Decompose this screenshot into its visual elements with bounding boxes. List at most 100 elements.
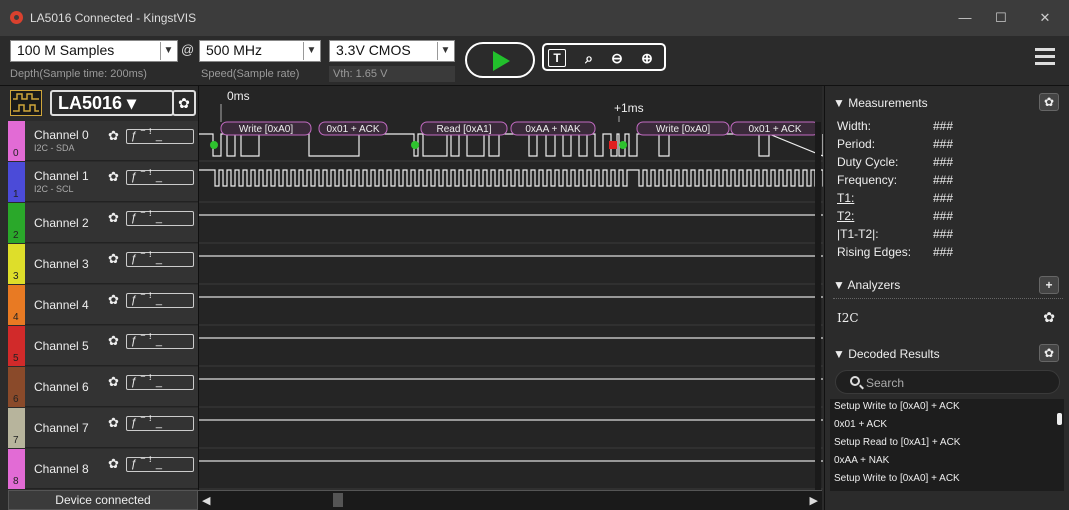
decoded-result-item[interactable]: Setup Read to [0xA1] + ACK <box>834 437 960 448</box>
channel-color-swatch: 4 <box>8 285 25 325</box>
measurements-gear-icon[interactable]: ✿ <box>1039 93 1059 111</box>
channel-name: Channel 8 <box>34 462 89 476</box>
channel-row[interactable]: 7 Channel 7 ✿ ƒ‾ꜝ_ <box>8 408 198 448</box>
close-button[interactable]: ✕ <box>1030 8 1060 28</box>
app-window: LA5016 Connected - KingstVIS — ☐ ✕ 100 M… <box>0 0 1069 510</box>
start-marker <box>411 141 419 149</box>
channel-row[interactable]: 3 Channel 3 ✿ ƒ‾ꜝ_ <box>8 244 198 284</box>
results-scroll-thumb[interactable] <box>1057 413 1062 425</box>
text-tool-icon[interactable]: T <box>548 49 566 67</box>
measurement-value: ### <box>933 173 954 187</box>
horizontal-scrollbar[interactable]: ◀ ▶ <box>198 490 822 510</box>
device-selector: LA5016 ▾ ✿ <box>10 88 196 120</box>
depth-label: Depth(Sample time: 200ms) <box>10 68 147 80</box>
scl-waveform <box>199 169 863 187</box>
search-input[interactable]: Search <box>835 370 1060 394</box>
channel-row[interactable]: 4 Channel 4 ✿ ƒ‾ꜝ_ <box>8 285 198 325</box>
channel-gear-icon[interactable]: ✿ <box>108 293 122 307</box>
analyzer-item-i2c[interactable]: I2C <box>837 311 859 325</box>
scroll-thumb[interactable] <box>333 493 343 507</box>
decoded-results-list[interactable]: Setup Write to [0xA0] + ACK 0x01 + ACK Set… <box>830 399 1064 491</box>
zoom-fit-icon[interactable]: ⌕ <box>578 48 600 68</box>
channel-gear-icon[interactable]: ✿ <box>108 252 122 266</box>
channel-gear-icon[interactable]: ✿ <box>108 129 122 143</box>
rate-select[interactable]: 500 MHz ▼ <box>199 40 321 62</box>
measurement-label: Width: <box>837 119 872 133</box>
channel-gear-icon[interactable]: ✿ <box>108 334 122 348</box>
speed-label: Speed(Sample rate) <box>201 68 300 80</box>
decode-label: 0x01 + ACK <box>326 124 379 135</box>
trigger-options-icon[interactable]: ƒ‾ꜝ_ <box>126 252 194 267</box>
channel-gear-icon[interactable]: ✿ <box>108 416 122 430</box>
channel-number: 3 <box>13 271 19 282</box>
decoded-result-item[interactable]: 0x01 + ACK <box>834 419 887 430</box>
hamburger-menu-icon[interactable] <box>1035 48 1055 66</box>
decoded-result-item[interactable]: 0xAA + NAK <box>834 455 889 466</box>
channel-color-swatch: 1 <box>8 162 25 202</box>
trigger-options-icon[interactable]: ƒ‾ꜝ_ <box>126 293 194 308</box>
trigger-options-icon[interactable]: ƒ‾ꜝ_ <box>126 457 194 472</box>
title-bar: LA5016 Connected - KingstVIS — ☐ ✕ <box>0 0 1069 36</box>
gear-icon[interactable]: ✿ <box>172 90 196 116</box>
measurement-value: ### <box>933 227 954 241</box>
samples-select[interactable]: 100 M Samples ▼ <box>10 40 178 62</box>
maximize-button[interactable]: ☐ <box>986 8 1016 28</box>
zoom-out-icon[interactable]: ⊖ <box>606 48 628 68</box>
minimize-button[interactable]: — <box>950 8 980 28</box>
stop-marker <box>609 141 617 149</box>
trigger-options-icon[interactable]: ƒ‾ꜝ_ <box>126 334 194 349</box>
waveform-area[interactable]: 0ms +1ms Write [0xA0] 0x01 + ACK Read [0xA1]… <box>198 86 863 492</box>
measurement-label[interactable]: T2: <box>837 209 854 223</box>
channel-row[interactable]: 0 Channel 0 I2C - SDA ✿ ƒ‾ꜝ_ <box>8 121 198 161</box>
measurement-label[interactable]: T1: <box>837 191 854 205</box>
start-marker <box>210 141 218 149</box>
scroll-left-icon[interactable]: ◀ <box>202 494 210 507</box>
trigger-options-icon[interactable]: ƒ‾ꜝ_ <box>126 211 194 226</box>
start-button[interactable] <box>465 42 535 78</box>
sda-waveform <box>199 133 824 157</box>
channel-row[interactable]: 2 Channel 2 ✿ ƒ‾ꜝ_ <box>8 203 198 243</box>
decoded-results-header[interactable]: ▼ Decoded Results <box>833 347 940 361</box>
channel-name: Channel 7 <box>34 421 89 435</box>
start-marker <box>619 141 627 149</box>
analyzers-header[interactable]: ▼ Analyzers <box>833 278 900 292</box>
trigger-options-icon[interactable]: ƒ‾ꜝ_ <box>126 375 194 390</box>
voltage-value: 3.3V CMOS <box>336 42 411 58</box>
channel-row[interactable]: 1 Channel 1 I2C - SCL ✿ ƒ‾ꜝ_ <box>8 162 198 202</box>
measurements-header[interactable]: ▼ Measurements <box>833 96 928 110</box>
trigger-options-icon[interactable]: ƒ‾ꜝ_ <box>126 129 194 144</box>
channel-tools: ✿ ƒ‾ꜝ_ <box>108 334 196 352</box>
device-icon[interactable] <box>10 90 42 116</box>
trigger-options-icon[interactable]: ƒ‾ꜝ_ <box>126 170 194 185</box>
search-placeholder: Search <box>866 376 905 390</box>
decode-label: 0x01 + ACK <box>748 124 801 135</box>
rate-value: 500 MHz <box>206 42 263 58</box>
decoded-gear-icon[interactable]: ✿ <box>1039 344 1059 362</box>
channel-number: 4 <box>13 312 19 323</box>
samples-value: 100 M Samples <box>17 42 115 58</box>
channel-gear-icon[interactable]: ✿ <box>108 211 122 225</box>
decoded-result-item[interactable]: Setup Write to [0xA0] + ACK <box>834 401 960 412</box>
channel-number: 6 <box>13 394 19 405</box>
channel-row[interactable]: 5 Channel 5 ✿ ƒ‾ꜝ_ <box>8 326 198 366</box>
add-analyzer-icon[interactable]: + <box>1039 276 1059 294</box>
device-dropdown[interactable]: LA5016 ▾ <box>50 90 174 116</box>
scroll-right-icon[interactable]: ▶ <box>810 494 818 507</box>
channel-gear-icon[interactable]: ✿ <box>108 170 122 184</box>
channel-gear-icon[interactable]: ✿ <box>108 457 122 471</box>
view-tools: T ⌕ ⊖ ⊕ <box>542 43 666 71</box>
measurement-value: ### <box>933 245 954 259</box>
channel-row[interactable]: 6 Channel 6 ✿ ƒ‾ꜝ_ <box>8 367 198 407</box>
status-bar: Device connected <box>8 490 198 510</box>
channel-gear-icon[interactable]: ✿ <box>108 375 122 389</box>
analyzer-gear-icon[interactable]: ✿ <box>1043 309 1055 326</box>
trigger-options-icon[interactable]: ƒ‾ꜝ_ <box>126 416 194 431</box>
channel-number: 8 <box>13 476 19 487</box>
search-icon <box>850 376 860 386</box>
channel-tools: ✿ ƒ‾ꜝ_ <box>108 170 196 188</box>
decoded-result-item[interactable]: Setup Write to [0xA0] + ACK <box>834 473 960 484</box>
zoom-in-icon[interactable]: ⊕ <box>636 48 658 68</box>
measurement-label: Period: <box>837 137 876 151</box>
channel-row[interactable]: 8 Channel 8 ✿ ƒ‾ꜝ_ <box>8 449 198 489</box>
voltage-select[interactable]: 3.3V CMOS ▼ <box>329 40 455 62</box>
